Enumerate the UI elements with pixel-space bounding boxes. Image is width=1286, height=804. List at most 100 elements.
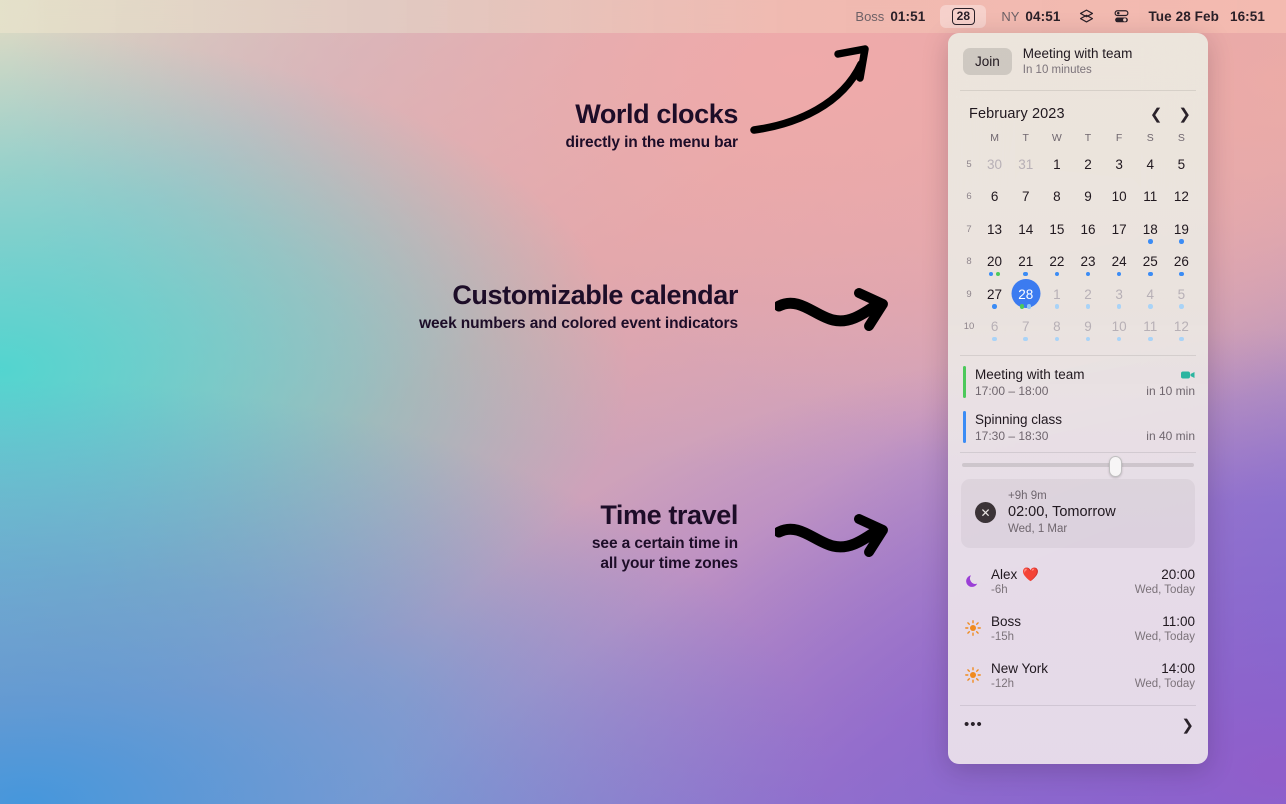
world-clock-row[interactable]: Boss -15h 11:00 Wed, Today — [948, 605, 1208, 652]
world-clock-row[interactable]: New York -12h 14:00 Wed, Today — [948, 652, 1208, 699]
world-clock-date: Wed, Today — [1134, 583, 1195, 596]
calendar-day-cell[interactable]: 9 — [1072, 311, 1103, 344]
calendar-day-cell[interactable]: 8 — [1041, 311, 1072, 344]
calendar-day-number: 14 — [1018, 221, 1034, 237]
calendar-day-cell[interactable]: 15 — [1041, 213, 1072, 246]
chevron-right-icon[interactable]: ❯ — [1181, 716, 1194, 734]
slider-track[interactable] — [962, 463, 1194, 467]
calendar-day-cell[interactable]: 12 — [1166, 181, 1197, 214]
calendar-day-cell[interactable]: 24 — [1104, 246, 1135, 279]
calendar-day-cell[interactable]: 1 — [1041, 148, 1072, 181]
calendar-day-cell[interactable]: 2 — [1072, 148, 1103, 181]
time-travel-date: Wed, 1 Mar — [1008, 522, 1068, 535]
calendar-day-cell[interactable]: 8 — [1041, 181, 1072, 214]
calendar-day-cell[interactable]: 21 — [1010, 246, 1041, 279]
menubar-datetime[interactable]: Tue 28 Feb 16:51 — [1139, 6, 1274, 28]
world-clock-time: 20:00 — [1161, 566, 1195, 582]
world-clock-name: Alex ❤️ — [991, 566, 1040, 582]
world-clock-time: 11:00 — [1162, 613, 1195, 629]
calendar-day-cell[interactable]: 5 — [1166, 148, 1197, 181]
upcoming-event-text: Meeting with team In 10 minutes — [1023, 46, 1133, 77]
calendar-day-cell[interactable]: 10 — [1104, 311, 1135, 344]
menubar-clock-ny[interactable]: NY 04:51 — [992, 6, 1069, 28]
calendar-day-cell[interactable]: 25 — [1135, 246, 1166, 279]
menubar-clock-boss-time: 01:51 — [890, 9, 926, 24]
event-row[interactable]: Spinning class 17:30 – 18:30 in 40 min — [948, 405, 1208, 450]
world-clock-offset: -15h — [991, 630, 1015, 643]
calendar-day-cell[interactable]: 10 — [1104, 181, 1135, 214]
calendar-day-number: 13 — [987, 221, 1003, 237]
calendar-day-cell[interactable]: 7 — [1010, 181, 1041, 214]
calendar-day-cell[interactable]: 22 — [1041, 246, 1072, 279]
video-camera-icon[interactable] — [1181, 370, 1195, 380]
world-clock-row[interactable]: Alex ❤️ -6h 20:00 Wed, Today — [948, 558, 1208, 605]
calendar-week-row: 5 30 31 1 2 3 4 5 — [959, 148, 1197, 181]
time-travel-slider[interactable] — [948, 453, 1208, 477]
calendar-day-cell[interactable]: 26 — [1166, 246, 1197, 279]
calendar-day-cell[interactable]: 6 — [979, 181, 1010, 214]
calendar-day-cell[interactable]: 11 — [1135, 181, 1166, 214]
control-center-icon[interactable] — [1104, 8, 1139, 25]
slider-knob[interactable] — [1108, 456, 1122, 477]
event-color-bar — [963, 366, 966, 398]
layers-icon[interactable] — [1069, 8, 1104, 25]
weekday-header-5: S — [1146, 132, 1154, 144]
calendar-day-number: 17 — [1111, 221, 1127, 237]
ellipsis-icon[interactable]: ••• — [964, 717, 983, 732]
annotation-time-travel: Time travel see a certain time in all yo… — [390, 499, 738, 574]
calendar-day-cell[interactable]: 7 — [1010, 311, 1041, 344]
calendar-day-cell[interactable]: 4 — [1135, 148, 1166, 181]
calendar-day-cell[interactable]: 30 — [979, 148, 1010, 181]
chevron-right-icon[interactable]: ❯ — [1174, 105, 1195, 123]
calendar-day-cell[interactable]: 6 — [979, 311, 1010, 344]
calendar-day-cell[interactable]: 16 — [1072, 213, 1103, 246]
week-number: 9 — [966, 288, 972, 300]
calendar-day-cell[interactable]: 13 — [979, 213, 1010, 246]
menubar-calendar-badge[interactable]: 28 — [940, 5, 987, 28]
calendar-day-cell[interactable]: 9 — [1072, 181, 1103, 214]
event-row[interactable]: Meeting with team 17:00 – 18:00 in 10 min — [948, 360, 1208, 405]
upcoming-event-row[interactable]: Join Meeting with team In 10 minutes — [948, 33, 1208, 90]
world-clock-date: Wed, Today — [1134, 677, 1195, 690]
calendar-day-number: 19 — [1173, 221, 1189, 237]
calendar-day-cell[interactable]: 17 — [1104, 213, 1135, 246]
calendar-day-number: 15 — [1049, 221, 1065, 237]
calendar-day-cell[interactable]: 20 — [979, 246, 1010, 279]
event-indicator-dot — [1054, 271, 1060, 276]
calendar-day-cell[interactable]: 11 — [1135, 311, 1166, 344]
calendar-day-cell[interactable]: 1 — [1041, 278, 1072, 311]
event-indicator-dots — [1054, 271, 1060, 276]
event-indicator-dot — [1148, 336, 1153, 341]
close-circle-icon[interactable]: ✕ — [975, 502, 996, 523]
world-clock-info: Alex ❤️ -6h — [991, 566, 1125, 597]
week-number: 10 — [963, 321, 975, 333]
calendar-day-number: 7 — [1021, 189, 1030, 205]
calendar-day-cell[interactable]: 14 — [1010, 213, 1041, 246]
calendar-day-number: 9 — [1084, 319, 1092, 335]
panel-footer: ••• ❯ — [948, 706, 1208, 746]
calendar-day-cell[interactable]: 23 — [1072, 246, 1103, 279]
time-travel-time: 02:00, Tomorrow — [1008, 503, 1116, 520]
upcoming-event-title: Meeting with team — [1022, 46, 1133, 61]
calendar-day-cell[interactable]: 27 — [979, 278, 1010, 311]
week-number: 6 — [966, 191, 972, 203]
calendar-day-number: 3 — [1115, 156, 1123, 172]
calendar-day-cell[interactable]: 5 — [1166, 278, 1197, 311]
week-number: 5 — [966, 158, 972, 170]
calendar-day-cell[interactable]: 28 — [1010, 278, 1041, 311]
calendar-day-cell[interactable]: 4 — [1135, 278, 1166, 311]
menubar-clock-boss[interactable]: Boss 01:51 — [846, 6, 934, 28]
calendar-day-cell[interactable]: 19 — [1166, 213, 1197, 246]
calendar-day-cell[interactable]: 31 — [1010, 148, 1041, 181]
calendar-day-cell[interactable]: 2 — [1072, 278, 1103, 311]
calendar-day-cell[interactable]: 18 — [1135, 213, 1166, 246]
join-button[interactable]: Join — [963, 48, 1012, 75]
calendar-day-cell[interactable]: 3 — [1104, 148, 1135, 181]
menubar-calendar-badge-day: 28 — [951, 8, 976, 25]
world-clock-name: Boss — [991, 613, 1022, 629]
menubar-clock-ny-time: 04:51 — [1025, 9, 1061, 24]
calendar-day-cell[interactable]: 12 — [1166, 311, 1197, 344]
calendar-day-number: 6 — [990, 189, 999, 205]
chevron-left-icon[interactable]: ❮ — [1146, 105, 1167, 123]
calendar-day-cell[interactable]: 3 — [1104, 278, 1135, 311]
